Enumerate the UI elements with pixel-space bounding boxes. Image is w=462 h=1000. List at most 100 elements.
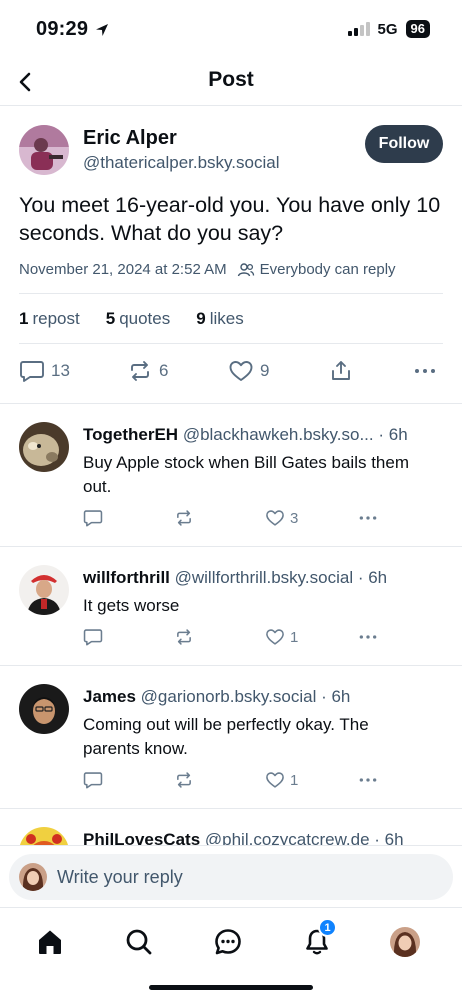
status-time: 09:29 — [36, 18, 110, 41]
repost-icon — [177, 510, 191, 526]
heart-icon — [266, 629, 284, 645]
repost-button[interactable] — [174, 508, 194, 528]
author-avatar[interactable] — [19, 125, 69, 175]
divider — [19, 293, 443, 294]
search-icon — [126, 929, 152, 955]
quotes-stat[interactable]: 5 quotes — [106, 309, 171, 329]
people-icon — [237, 262, 254, 276]
share-button[interactable] — [329, 359, 353, 383]
ellipsis-icon — [359, 778, 377, 782]
reply-count: 13 — [51, 361, 70, 380]
reply-avatar[interactable] — [19, 684, 69, 734]
reply-button[interactable]: 13 — [19, 359, 70, 383]
ellipsis-icon — [359, 635, 377, 639]
heart-icon — [229, 361, 253, 381]
repost-count: 6 — [159, 361, 169, 380]
reply-item[interactable]: TogetherEH @blackhawkeh.bsky.so... · 6h … — [0, 403, 462, 546]
reply-actions: 3 — [83, 508, 383, 530]
repost-button[interactable] — [174, 627, 194, 647]
divider — [19, 343, 443, 344]
likes-label: likes — [209, 309, 244, 328]
tab-chat[interactable] — [208, 922, 248, 962]
tab-notifications[interactable]: 1 — [297, 918, 337, 962]
reposts-stat[interactable]: 1 repost — [19, 309, 80, 329]
quotes-count: 5 — [105, 309, 116, 328]
reply-button[interactable] — [83, 627, 103, 647]
reply-time: · 6h — [321, 687, 351, 706]
reply-actions: 1 — [83, 770, 383, 792]
home-indicator — [149, 985, 313, 990]
reply-text: It gets worse — [83, 596, 180, 615]
reply-author-name[interactable]: James — [83, 687, 136, 706]
like-button[interactable]: 1 — [265, 770, 298, 790]
like-count: 1 — [290, 628, 299, 646]
status-bar: 09:29 5G 96 — [0, 0, 462, 62]
repost-icon — [177, 629, 191, 645]
reply-item[interactable]: willforthrill @willforthrill.bsky.social… — [0, 546, 462, 665]
status-indicators: 5G 96 — [347, 20, 430, 38]
post-text: You meet 16-year-old you. You have only … — [19, 193, 441, 245]
more-options-button[interactable] — [357, 770, 379, 790]
chat-icon — [215, 929, 241, 955]
reply-button[interactable] — [83, 508, 103, 528]
more-options-button[interactable] — [357, 627, 379, 647]
more-options-button[interactable] — [413, 359, 437, 383]
author-handle[interactable]: @thatericalper.bsky.social — [83, 153, 279, 173]
reply-author-handle[interactable]: @blackhawkeh.bsky.so... — [183, 425, 374, 444]
like-count: 1 — [290, 771, 299, 789]
reply-author-handle[interactable]: @willforthrill.bsky.social — [175, 568, 353, 587]
tab-profile[interactable] — [385, 922, 425, 962]
reply-composer[interactable]: Write your reply — [9, 854, 453, 900]
comment-icon — [83, 629, 103, 646]
home-icon — [39, 930, 61, 954]
post-actions: 13 6 9 — [19, 359, 443, 389]
reply-item[interactable]: James @garionorb.bsky.social · 6h Coming… — [0, 665, 462, 808]
reply-header: TogetherEH @blackhawkeh.bsky.so... · 6h — [83, 425, 445, 445]
comment-icon — [83, 772, 103, 789]
more-options-button[interactable] — [357, 508, 379, 528]
reply-header: willforthrill @willforthrill.bsky.social… — [83, 568, 445, 588]
like-button[interactable]: 9 — [228, 359, 269, 383]
page-title: Post — [208, 68, 254, 91]
like-button[interactable]: 1 — [265, 627, 298, 647]
battery-icon: 96 — [405, 20, 430, 38]
heart-icon — [266, 772, 284, 788]
reply-time: · 6h — [357, 568, 388, 587]
reply-author-handle[interactable]: @garionorb.bsky.social — [141, 687, 317, 706]
location-arrow-icon — [96, 23, 109, 36]
tab-home[interactable] — [30, 922, 70, 962]
reposts-count: 1 — [19, 309, 29, 328]
reply-time: · 6h — [378, 425, 408, 444]
reply-button[interactable] — [83, 770, 103, 790]
reply-avatar[interactable] — [19, 565, 69, 615]
post-meta: November 21, 2024 at 2:52 AM Everybody c… — [19, 261, 396, 278]
like-count: 3 — [290, 509, 299, 527]
reply-permission[interactable]: Everybody can reply — [237, 261, 396, 278]
like-count: 9 — [260, 361, 270, 380]
reply-header: James @garionorb.bsky.social · 6h — [83, 687, 445, 707]
repost-button[interactable] — [174, 770, 194, 790]
repost-button[interactable]: 6 — [127, 359, 168, 383]
reply-avatar[interactable] — [19, 422, 69, 472]
quotes-label: quotes — [119, 309, 171, 328]
ellipsis-icon — [359, 516, 377, 520]
like-button[interactable]: 3 — [265, 508, 298, 528]
reply-input-placeholder: Write your reply — [57, 866, 183, 887]
user-avatar — [19, 863, 47, 891]
reply-permission-label: Everybody can reply — [259, 261, 396, 278]
likes-stat[interactable]: 9 likes — [196, 309, 243, 329]
network-type: 5G — [377, 20, 398, 38]
heart-icon — [266, 510, 284, 526]
notification-badge: 1 — [318, 918, 337, 937]
reply-text: Buy Apple stock when Bill Gates bails th… — [83, 453, 409, 496]
header: Post — [0, 62, 462, 106]
tab-search[interactable] — [119, 922, 159, 962]
author-name[interactable]: Eric Alper — [83, 127, 177, 150]
status-time-text: 09:29 — [36, 18, 89, 40]
post-stats: 1 repost 5 quotes 9 likes — [19, 309, 244, 329]
reply-author-name[interactable]: TogetherEH — [83, 425, 178, 444]
reply-actions: 1 — [83, 627, 383, 649]
reply-author-name[interactable]: willforthrill — [83, 568, 170, 587]
repost-icon — [131, 361, 149, 381]
follow-button[interactable]: Follow — [365, 125, 443, 163]
